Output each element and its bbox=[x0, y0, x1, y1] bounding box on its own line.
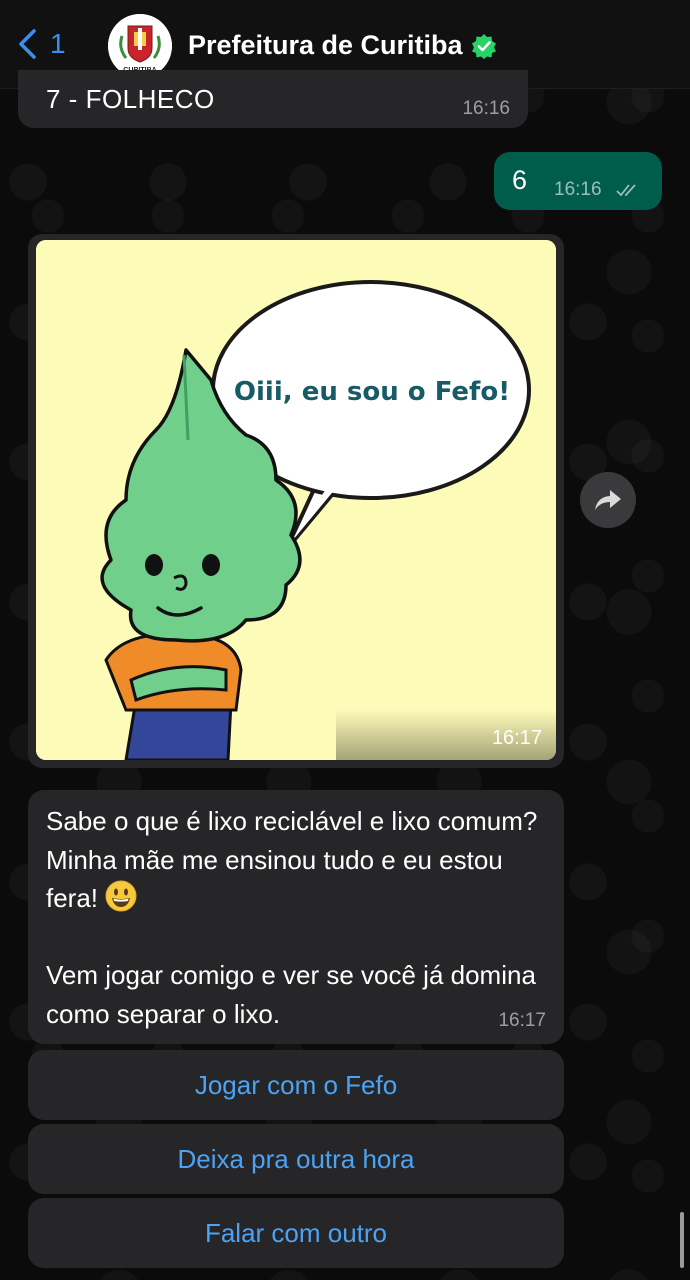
message-image[interactable]: Oiii, eu sou o Fefo! 16:17 bbox=[36, 240, 556, 760]
contact-title[interactable]: Prefeitura de Curitiba bbox=[188, 30, 497, 61]
message-text: 7 - FOLHECO bbox=[46, 84, 215, 114]
scrollbar[interactable] bbox=[680, 1212, 684, 1268]
contact-name: Prefeitura de Curitiba bbox=[188, 30, 463, 60]
grinning-face-icon bbox=[105, 880, 137, 912]
reply-button-outra-hora[interactable]: Deixa pra outra hora bbox=[28, 1124, 564, 1194]
back-button[interactable]: 1 bbox=[14, 28, 66, 60]
forward-button[interactable] bbox=[580, 472, 636, 528]
outgoing-message[interactable]: 6 16:16 bbox=[494, 152, 662, 210]
message-time: 16:16 bbox=[462, 98, 510, 119]
double-check-icon bbox=[616, 184, 636, 197]
fefo-mascot-illustration: Oiii, eu sou o Fefo! bbox=[36, 240, 556, 760]
chevron-left-icon bbox=[19, 29, 36, 59]
message-time: 16:17 bbox=[498, 1010, 546, 1031]
unread-count: 1 bbox=[50, 28, 66, 59]
message-time: 16:17 bbox=[491, 727, 542, 749]
forward-arrow-icon bbox=[595, 490, 621, 510]
message-paragraph-2: Vem jogar comigo e ver se você já domina… bbox=[46, 960, 536, 1029]
incoming-message[interactable]: Sabe o que é lixo reciclável e lixo comu… bbox=[28, 790, 564, 1044]
image-message[interactable]: Oiii, eu sou o Fefo! 16:17 bbox=[28, 234, 564, 768]
incoming-message[interactable]: 7 - FOLHECO 16:16 bbox=[18, 70, 528, 128]
message-time: 16:16 bbox=[554, 179, 602, 200]
message-body: Sabe o que é lixo reciclável e lixo comu… bbox=[46, 802, 546, 1033]
verified-badge-icon bbox=[471, 33, 496, 59]
city-crest-icon: CURITIBA bbox=[108, 14, 172, 78]
message-text: 6 bbox=[512, 165, 528, 195]
speech-text: Oiii, eu sou o Fefo! bbox=[234, 377, 510, 407]
reply-button-jogar[interactable]: Jogar com o Fefo bbox=[28, 1050, 564, 1120]
avatar[interactable]: CURITIBA bbox=[108, 14, 172, 78]
reply-button-falar-outro[interactable]: Falar com outro bbox=[28, 1198, 564, 1268]
